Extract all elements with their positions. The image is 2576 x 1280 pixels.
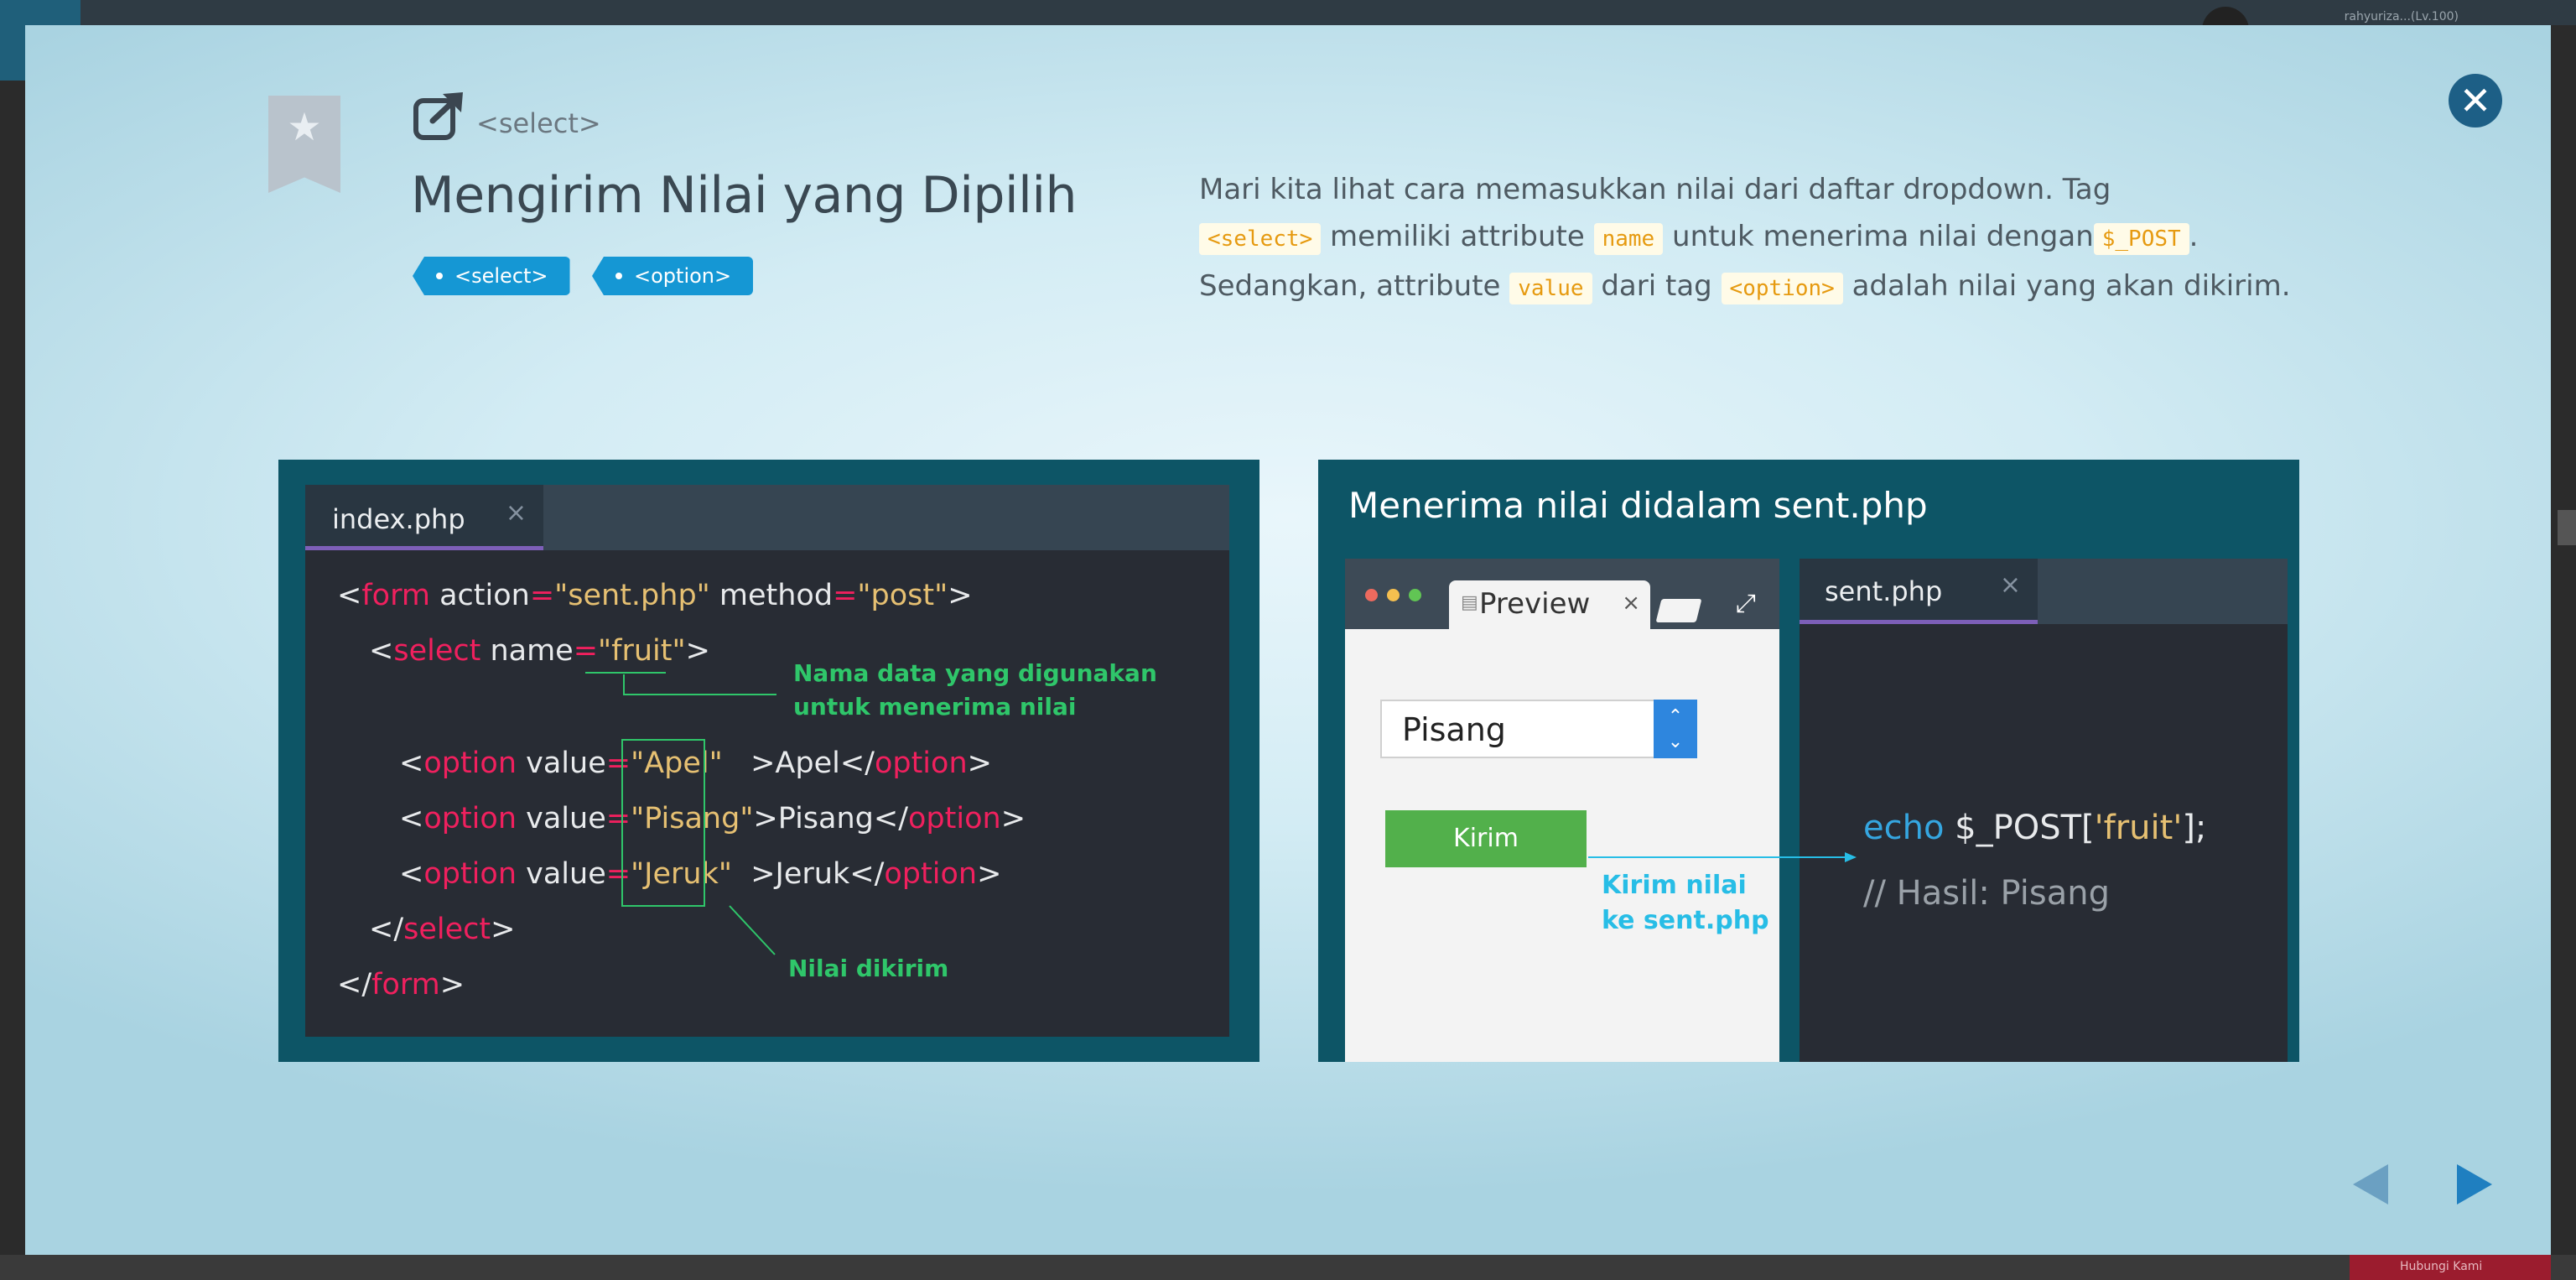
tag-select[interactable]: <select>	[413, 257, 570, 295]
close-icon[interactable]: ✕	[2449, 74, 2502, 127]
external-link-icon[interactable]	[413, 89, 468, 141]
annotation-name: Nama data yang digunakan	[793, 659, 1157, 687]
annotation-send: ke sent.php	[1602, 906, 1769, 935]
triangle-right-icon[interactable]	[2457, 1164, 2492, 1205]
contact-button[interactable]: Hubungi Kami	[2350, 1255, 2551, 1280]
background-topbar	[0, 0, 2576, 25]
background-bottombar	[0, 1255, 2576, 1280]
code-editor: index.php × <form action="sent.php" meth…	[305, 485, 1229, 1037]
background-username[interactable]: rahyuriza...(Lv.100)	[2345, 10, 2459, 23]
triangle-left-icon[interactable]	[2353, 1164, 2388, 1205]
lesson-description: Mari kita lihat cara memasukkan nilai da…	[1199, 173, 2291, 304]
code-chip-value: value	[1509, 273, 1592, 304]
bookmark-button[interactable]: ★	[268, 96, 340, 193]
code-chip-name: name	[1593, 223, 1664, 255]
annotation-send: Kirim nilai	[1602, 871, 1747, 900]
annotation-lines	[585, 672, 776, 955]
annotation-name: untuk menerima nilai	[793, 693, 1077, 721]
header-label: <select>	[476, 107, 601, 139]
star-icon: ★	[287, 104, 322, 149]
tag-option[interactable]: <option>	[592, 257, 754, 295]
lesson-modal: ★ <select> Mengirim Nilai yang Dipilih <…	[25, 25, 2551, 1255]
send-arrow	[1588, 852, 1857, 862]
annotation-value: Nilai dikirim	[788, 955, 949, 982]
lesson-title: Mengirim Nilai yang Dipilih	[411, 166, 1078, 225]
code-chip-select: <select>	[1199, 223, 1322, 255]
scrollbar-thumb[interactable]	[2558, 510, 2576, 545]
code-illustration-left: index.php × <form action="sent.php" meth…	[278, 460, 1259, 1062]
code-illustration-right: Menerima nilai didalam sent.php ▤ Previe…	[1318, 460, 2299, 1062]
code-chip-post: $_POST	[2093, 223, 2189, 255]
code-chip-option: <option>	[1721, 273, 1843, 304]
